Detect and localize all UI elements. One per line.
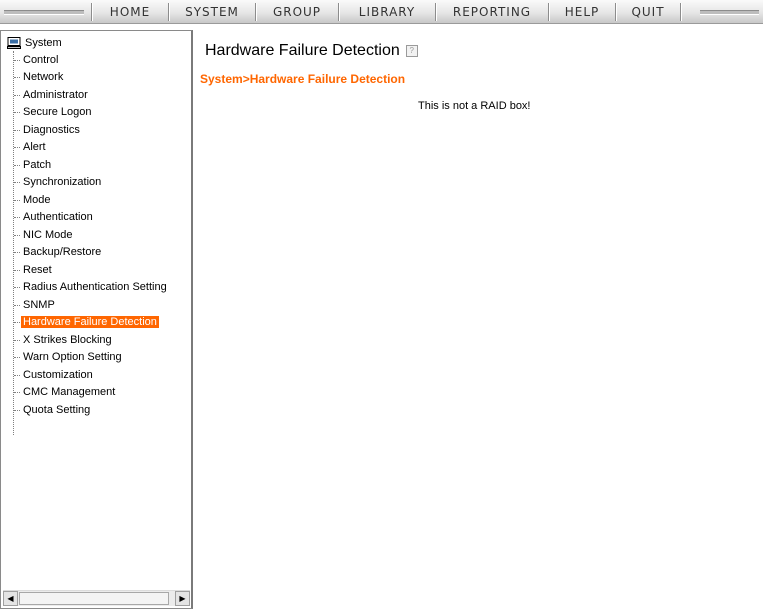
nav-library[interactable]: LIBRARY <box>339 1 435 23</box>
sidebar-item-label: Radius Authentication Setting <box>23 281 167 293</box>
scroll-left-button[interactable]: ◀ <box>3 591 18 606</box>
sidebar-item-label: CMC Management <box>23 386 116 398</box>
sidebar-item-x-strikes-blocking[interactable]: X Strikes Blocking <box>14 332 114 348</box>
sidebar-item-label: SNMP <box>23 299 55 311</box>
triangle-left-icon: ◀ <box>7 594 14 603</box>
breadcrumb: System>Hardware Failure Detection <box>200 72 406 86</box>
triangle-right-icon: ▶ <box>179 594 186 603</box>
nav-group[interactable]: GROUP <box>256 1 338 23</box>
sidebar-item-nic-mode[interactable]: NIC Mode <box>14 227 75 243</box>
nav-home[interactable]: HOME <box>92 1 168 23</box>
sidebar-item-label: Diagnostics <box>23 124 80 136</box>
computer-icon <box>7 37 21 49</box>
sidebar-item-label: Alert <box>23 141 46 153</box>
page-title-text: Hardware Failure Detection <box>205 42 400 59</box>
sidebar-item-cmc-management[interactable]: CMC Management <box>14 384 117 400</box>
scroll-right-button[interactable]: ▶ <box>175 591 190 606</box>
sidebar-item-label: Authentication <box>23 211 93 223</box>
nav-quit[interactable]: QUIT <box>616 1 680 23</box>
sidebar-item-label: Synchronization <box>23 176 102 188</box>
sidebar-item-label: Patch <box>23 159 52 171</box>
sidebar-item-label: Mode <box>23 194 51 206</box>
tree-root-label: System <box>25 37 62 49</box>
sidebar-item-reset[interactable]: Reset <box>14 262 54 278</box>
sidebar-item-authentication[interactable]: Authentication <box>14 209 95 225</box>
nav-groove-right <box>700 10 759 15</box>
sidebar-item-customization[interactable]: Customization <box>14 367 95 383</box>
sidebar-item-label: Backup/Restore <box>23 246 102 258</box>
sidebar-item-network[interactable]: Network <box>14 69 65 85</box>
system-tree-panel: System Control Network Administrator Sec… <box>0 30 193 609</box>
sidebar-item-quota-setting[interactable]: Quota Setting <box>14 402 92 418</box>
sidebar-item-mode[interactable]: Mode <box>14 192 53 208</box>
horizontal-scrollbar[interactable]: ◀ ▶ <box>3 590 190 606</box>
nav-help[interactable]: HELP <box>549 1 615 23</box>
tree-root-system[interactable]: System <box>7 35 62 51</box>
sidebar-item-label: NIC Mode <box>23 229 73 241</box>
sidebar-item-label: Secure Logon <box>23 106 92 118</box>
sidebar-item-backup-restore[interactable]: Backup/Restore <box>14 244 103 260</box>
sidebar-item-secure-logon[interactable]: Secure Logon <box>14 104 94 120</box>
help-icon[interactable]: ? <box>405 45 418 57</box>
sidebar-item-radius-authentication-setting[interactable]: Radius Authentication Setting <box>14 279 169 295</box>
sidebar-item-label: Hardware Failure Detection <box>21 316 159 328</box>
status-message: This is not a RAID box! <box>418 100 531 112</box>
scrollbar-thumb[interactable] <box>19 592 169 605</box>
nav-separator <box>680 3 681 21</box>
sidebar-item-administrator[interactable]: Administrator <box>14 87 90 103</box>
nav-groove-left <box>4 10 84 15</box>
sidebar-item-label: Administrator <box>23 89 88 101</box>
sidebar-item-label: Customization <box>23 369 93 381</box>
sidebar-item-patch[interactable]: Patch <box>14 157 53 173</box>
sidebar-item-label: Network <box>23 71 64 83</box>
sidebar-item-label: Warn Option Setting <box>23 351 122 363</box>
sidebar-item-snmp[interactable]: SNMP <box>14 297 57 313</box>
nav-system[interactable]: SYSTEM <box>169 1 255 23</box>
sidebar-item-label: Quota Setting <box>23 404 91 416</box>
sidebar-item-label: Reset <box>23 264 52 276</box>
sidebar-item-synchronization[interactable]: Synchronization <box>14 174 103 190</box>
nav-reporting[interactable]: REPORTING <box>436 1 548 23</box>
sidebar-item-warn-option-setting[interactable]: Warn Option Setting <box>14 349 124 365</box>
sidebar-item-label: Control <box>23 54 59 66</box>
sidebar-item-alert[interactable]: Alert <box>14 139 48 155</box>
sidebar-item-label: X Strikes Blocking <box>23 334 112 346</box>
sidebar-item-hardware-failure-detection[interactable]: Hardware Failure Detection <box>14 314 159 330</box>
page-title: Hardware Failure Detection ? <box>205 42 418 60</box>
sidebar-item-control[interactable]: Control <box>14 52 60 68</box>
sidebar-item-diagnostics[interactable]: Diagnostics <box>14 122 82 138</box>
top-navigation-bar: HOME SYSTEM GROUP LIBRARY REPORTING HELP… <box>0 0 763 24</box>
